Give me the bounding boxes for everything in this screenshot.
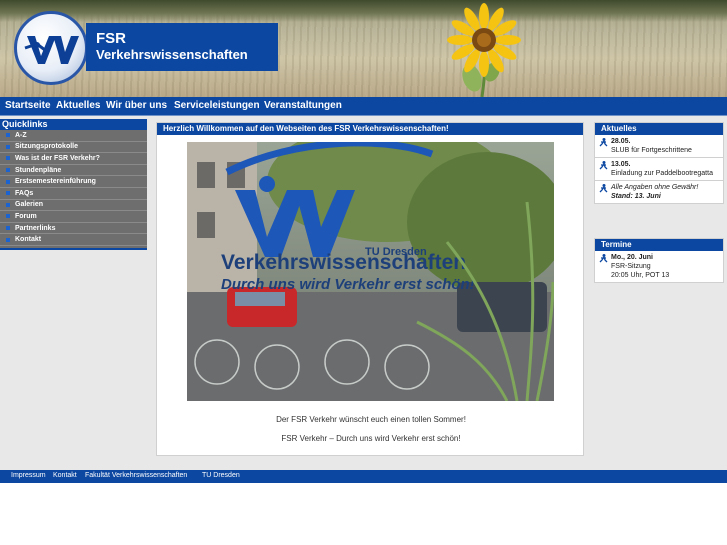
bullet-icon [6, 214, 10, 219]
quicklink-label: Erstsemestereinführung [15, 178, 96, 186]
site-header: FSR Verkehrswissenschaften [0, 0, 727, 97]
termin-title: FSR-Sitzung [611, 263, 651, 270]
quicklink-label: Forum [15, 212, 37, 220]
bullet-icon [6, 191, 10, 196]
logo-emblem[interactable] [14, 11, 88, 85]
quicklink-label: FAQs [15, 189, 34, 197]
quicklink-faqs[interactable]: FAQs [0, 188, 147, 200]
bullet-icon [6, 144, 10, 149]
header-trees [0, 0, 727, 22]
logo-title-box[interactable]: FSR Verkehrswissenschaften [86, 23, 278, 71]
walking-figure-icon [599, 138, 608, 147]
welcome-photo: TU Dresden Verkehrswissenschaften Durch … [187, 142, 554, 401]
logo-line2: Verkehrswissenschaften [96, 47, 248, 62]
footer-impressum[interactable]: Impressum [11, 472, 46, 479]
welcome-title: Herzlich Willkommen auf den Webseiten de… [157, 123, 583, 135]
footer-kontakt[interactable]: Kontakt [53, 472, 77, 479]
disclaimer-text: Alle Angaben ohne Gewähr! [611, 184, 699, 191]
termin-time: 20:05 Uhr, POT 13 [611, 272, 670, 279]
quicklink-partnerlinks[interactable]: Partnerlinks [0, 223, 147, 235]
termine-title: Termine [595, 239, 723, 251]
site-footer: Impressum Kontakt Fakultät Verkehrswisse… [0, 470, 727, 483]
news-disclaimer: Alle Angaben ohne Gewähr! Stand: 13. Jun… [595, 181, 723, 203]
termine-box: Termine Mo., 20. Juni FSR-Sitzung 20:05 … [594, 238, 724, 283]
quicklink-kontakt[interactable]: Kontakt [0, 234, 147, 246]
stand-text: Stand: 13. Juni [611, 193, 661, 200]
photo-slogan-text: Durch uns wird Verkehr erst schön! [221, 276, 475, 293]
window-sticker-photo: TU Dresden Verkehrswissenschaften Durch … [187, 142, 554, 401]
quicklink-sitzungsprotokolle[interactable]: Sitzungsprotokolle [0, 142, 147, 154]
bullet-icon [6, 202, 10, 207]
news-date: 28.05. [611, 138, 631, 145]
news-text: SLUB für Fortgeschrittene [611, 147, 692, 154]
quicklink-label: Partnerlinks [15, 224, 56, 232]
quicklink-label: Kontakt [15, 236, 42, 244]
quicklink-erstsemester[interactable]: Erstsemestereinführung [0, 176, 147, 188]
photo-name-text: Verkehrswissenschaften [221, 251, 466, 274]
quicklink-a-z[interactable]: A-Z [0, 130, 147, 142]
welcome-panel: Herzlich Willkommen auf den Webseiten de… [156, 122, 584, 456]
bullet-icon [6, 179, 10, 184]
walking-figure-icon [599, 184, 608, 193]
slogan-message: FSR Verkehr – Durch uns wird Verkehr ers… [281, 434, 461, 443]
vw-logo-icon [24, 36, 79, 64]
nav-startseite[interactable]: Startseite [5, 100, 51, 111]
main-navigation: Startseite Aktuelles Wir über uns Servic… [0, 97, 727, 116]
nav-aktuelles[interactable]: Aktuelles [56, 100, 100, 111]
bullet-icon [6, 156, 10, 161]
quicklink-was-ist-der-fsr[interactable]: Was ist der FSR Verkehr? [0, 153, 147, 165]
nav-veranstaltungen[interactable]: Veranstaltungen [264, 100, 342, 111]
bullet-icon [6, 168, 10, 173]
aktuelles-title: Aktuelles [595, 123, 723, 135]
quicklinks-sidebar: Quicklinks A-Z Sitzungsprotokolle Was is… [0, 119, 147, 250]
quicklink-label: A-Z [15, 131, 27, 139]
nav-serviceleistungen[interactable]: Serviceleistungen [174, 100, 260, 111]
footer-tu-dresden[interactable]: TU Dresden [202, 472, 240, 479]
aktuelles-box: Aktuelles 28.05. SLUB für Fortgeschritte… [594, 122, 724, 204]
walking-figure-icon [599, 161, 608, 170]
quicklinks-title: Quicklinks [0, 119, 147, 130]
quicklink-label: Galerien [15, 201, 44, 209]
quicklink-label: Sitzungsprotokolle [15, 143, 78, 151]
news-text: Einladung zur Paddelbootregatta [611, 170, 713, 177]
sunflower-image [447, 3, 521, 97]
nav-wir-ueber-uns[interactable]: Wir über uns [106, 100, 167, 111]
welcome-message: Der FSR Verkehr wünscht euch einen tolle… [276, 415, 466, 424]
termin-date: Mo., 20. Juni [611, 254, 654, 261]
footer-fakultaet[interactable]: Fakultät Verkehrswissenschaften [85, 472, 187, 479]
termin-item[interactable]: Mo., 20. Juni FSR-Sitzung 20:05 Uhr, POT… [595, 251, 723, 282]
bullet-icon [6, 226, 10, 231]
news-date: 13.05. [611, 161, 631, 168]
bullet-icon [6, 237, 10, 242]
bullet-icon [6, 133, 10, 138]
news-item[interactable]: 28.05. SLUB für Fortgeschrittene [595, 135, 723, 158]
logo-line1: FSR [96, 30, 126, 47]
quicklink-label: Was ist der FSR Verkehr? [15, 154, 100, 162]
quicklink-galerien[interactable]: Galerien [0, 200, 147, 212]
news-item[interactable]: 13.05. Einladung zur Paddelbootregatta [595, 158, 723, 181]
quicklink-stundenplaene[interactable]: Stundenpläne [0, 165, 147, 177]
quicklink-label: Stundenpläne [15, 166, 62, 174]
walking-figure-icon [599, 254, 608, 263]
quicklink-forum[interactable]: Forum [0, 211, 147, 223]
